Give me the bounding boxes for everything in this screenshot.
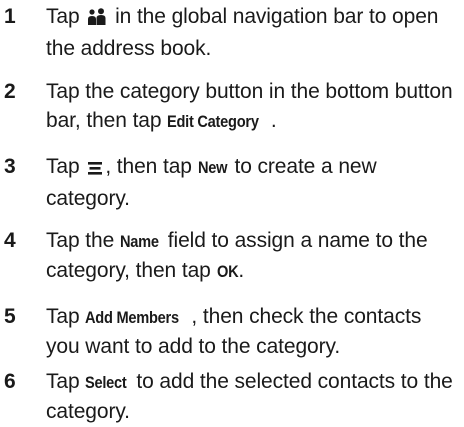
keyword-new: New bbox=[197, 158, 228, 177]
step-1: 1 Tap in the global navigation bar to op… bbox=[0, 2, 464, 63]
step-6: 6 Tap Select to add the selected contact… bbox=[0, 367, 464, 426]
step-number: 6 bbox=[4, 370, 16, 393]
keyword-ok: OK bbox=[216, 262, 239, 281]
step-number: 5 bbox=[4, 305, 16, 328]
step-number: 1 bbox=[4, 5, 16, 28]
step-5: 5 Tap Add Members, then check the contac… bbox=[0, 302, 464, 361]
step-text: Tap Select to add the selected contacts … bbox=[46, 370, 453, 423]
step-text: Tap the category button in the bottom bu… bbox=[46, 77, 460, 136]
keyword-name: Name bbox=[119, 232, 159, 251]
step-text: Tap in the global navigation bar to open… bbox=[46, 5, 439, 60]
step-2: 2 Tap the category button in the bottom … bbox=[0, 77, 464, 136]
step-text: Tap the Name field to assign a name to t… bbox=[46, 226, 460, 286]
contacts-icon bbox=[87, 5, 107, 34]
step-number: 4 bbox=[4, 229, 16, 252]
step-text: Tap , then tap New to create a new categ… bbox=[46, 155, 377, 210]
step-4: 4 Tap the Name field to assign a name to… bbox=[0, 226, 464, 286]
menu-icon bbox=[87, 155, 103, 184]
keyword-select: Select bbox=[85, 373, 127, 392]
keyword-edit-category: Edit Category bbox=[167, 112, 259, 131]
instruction-steps: 1 Tap in the global navigation bar to op… bbox=[0, 0, 464, 427]
step-number: 3 bbox=[4, 155, 16, 178]
step-text: Tap Add Members, then check the contacts… bbox=[46, 305, 422, 358]
keyword-add-members: Add Members bbox=[85, 308, 180, 327]
step-number: 2 bbox=[4, 80, 16, 103]
step-3: 3 Tap , then tap New to create a new cat… bbox=[0, 152, 464, 213]
